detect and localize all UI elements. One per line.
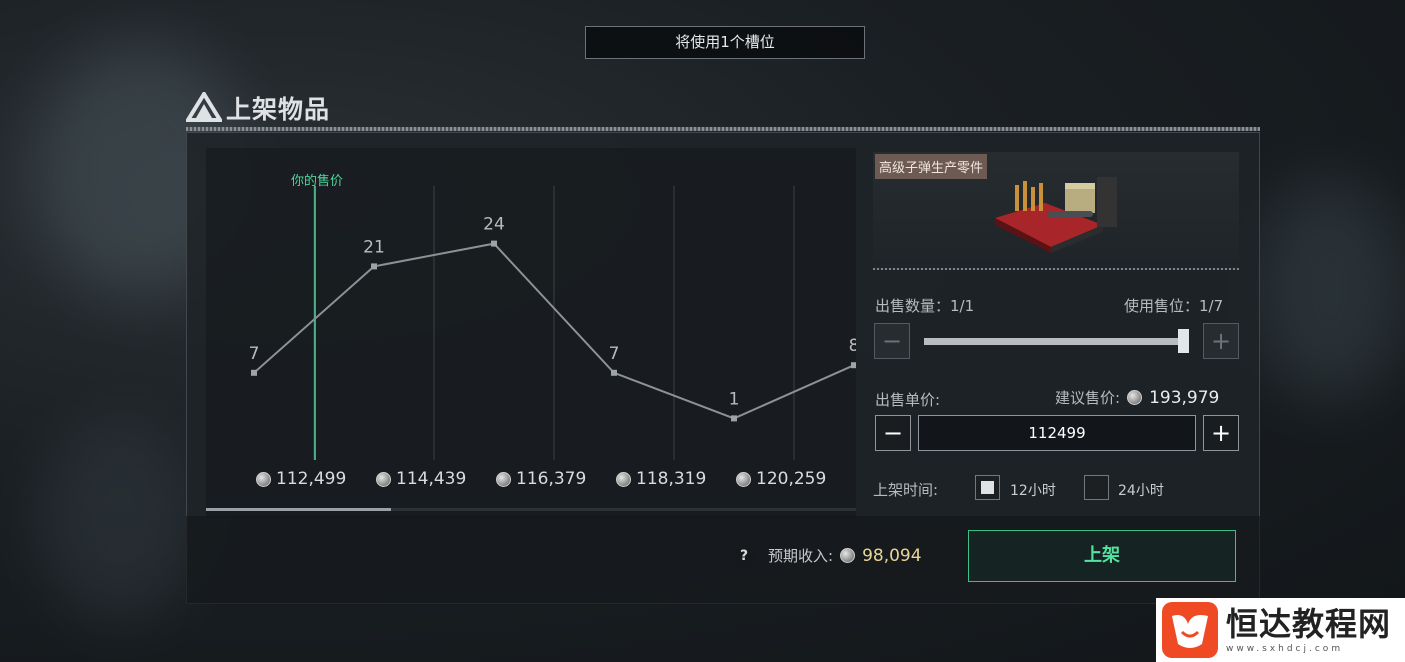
background-blob	[1250, 180, 1405, 400]
data-label: 24	[483, 215, 505, 235]
item-name-tag: 高级子弹生产零件	[875, 154, 988, 179]
quantity-slider[interactable]	[924, 338, 1184, 345]
your-price-label: 你的售价	[291, 174, 344, 189]
quantity-row: 出售数量：1/1	[875, 295, 974, 316]
price-decrease-button[interactable]: −	[875, 415, 911, 451]
data-point	[251, 369, 257, 376]
unit-price-label: 出售单价:	[875, 391, 941, 409]
suggested-price: 建议售价: 193,979	[1055, 387, 1219, 408]
price-tick-label: 112,499	[256, 469, 346, 489]
site-watermark: 恒达教程网 www.sxhdcj.com	[1156, 598, 1405, 662]
slots-label: 使用售位：	[1124, 297, 1200, 315]
price-tick-text: 118,319	[636, 469, 707, 489]
coin-icon	[256, 471, 271, 487]
data-label: 21	[363, 237, 385, 257]
minus-icon: −	[882, 419, 904, 447]
data-label: 7	[609, 344, 620, 364]
coin-icon	[1127, 390, 1143, 405]
quantity-label: 出售数量：	[875, 297, 951, 315]
quantity-increase-button[interactable]: +	[1203, 323, 1239, 359]
price-increase-button[interactable]: +	[1203, 415, 1239, 451]
page-title: 上架物品	[226, 95, 331, 124]
listing-time-label: 上架时间:	[873, 481, 939, 499]
data-point	[491, 240, 497, 247]
listing-time-24h-label[interactable]: 24小时	[1118, 480, 1164, 500]
data-label: 8	[849, 336, 856, 356]
suggested-price-label: 建议售价:	[1055, 389, 1121, 407]
data-label: 7	[249, 344, 260, 364]
watermark-text-block: 恒达教程网 www.sxhdcj.com	[1226, 605, 1391, 655]
price-tick-label: 118,319	[616, 469, 706, 489]
listing-time-12h-label[interactable]: 12小时	[1010, 480, 1056, 500]
expected-income: 预期收入: 98,094	[768, 545, 922, 566]
data-point	[611, 369, 617, 376]
price-tick-label: 116,379	[496, 469, 586, 489]
data-label: 1	[729, 389, 740, 409]
watermark-url: www.sxhdcj.com	[1226, 644, 1344, 654]
coin-icon	[736, 471, 751, 487]
price-tick-label: 114,439	[376, 469, 466, 489]
coin-icon	[496, 471, 511, 487]
unit-price-input[interactable]: 112499	[918, 415, 1196, 451]
data-point	[851, 362, 856, 369]
expected-income-value: 98,094	[862, 545, 922, 566]
price-tick-text: 116,379	[516, 469, 587, 489]
slots-row: 使用售位：1/7	[1124, 295, 1223, 316]
quantity-value: 1/1	[950, 297, 975, 315]
background-blob	[40, 420, 200, 620]
chart-scrollbar-thumb[interactable]	[206, 508, 391, 511]
expected-income-label: 预期收入:	[768, 547, 834, 565]
coin-icon	[376, 471, 391, 487]
listing-header: 上架物品	[186, 86, 1260, 132]
list-item-button[interactable]: 上架	[968, 530, 1236, 582]
listing-time-12h-checkbox[interactable]	[975, 475, 1000, 500]
listing-time-24h-checkbox[interactable]	[1084, 475, 1109, 500]
suggested-price-value: 193,979	[1149, 387, 1220, 408]
coin-icon	[840, 548, 856, 563]
price-tick-text: 120,259	[756, 469, 827, 489]
slots-value: 1/7	[1199, 297, 1224, 315]
watermark-text: 恒达教程网	[1226, 605, 1392, 643]
coin-icon	[616, 471, 631, 487]
price-tick-label: 120,259	[736, 469, 826, 489]
data-point	[731, 415, 737, 422]
title-divider	[186, 127, 1260, 131]
plus-icon: +	[1210, 327, 1232, 355]
price-chart-svg: 7 21 24 7 1 8	[249, 186, 856, 460]
plus-icon: +	[1210, 419, 1232, 447]
item-image	[995, 177, 1117, 253]
data-point	[371, 263, 377, 270]
minus-icon: −	[881, 327, 903, 355]
price-tick-text: 114,439	[396, 469, 467, 489]
quantity-slider-handle[interactable]	[1178, 329, 1189, 353]
watermark-logo-icon	[1162, 602, 1218, 658]
slot-usage-banner: 将使用1个槽位	[585, 26, 865, 59]
triangle-logo-icon	[186, 92, 222, 122]
quantity-decrease-button[interactable]: −	[874, 323, 910, 359]
price-tick-text: 112,499	[276, 469, 347, 489]
